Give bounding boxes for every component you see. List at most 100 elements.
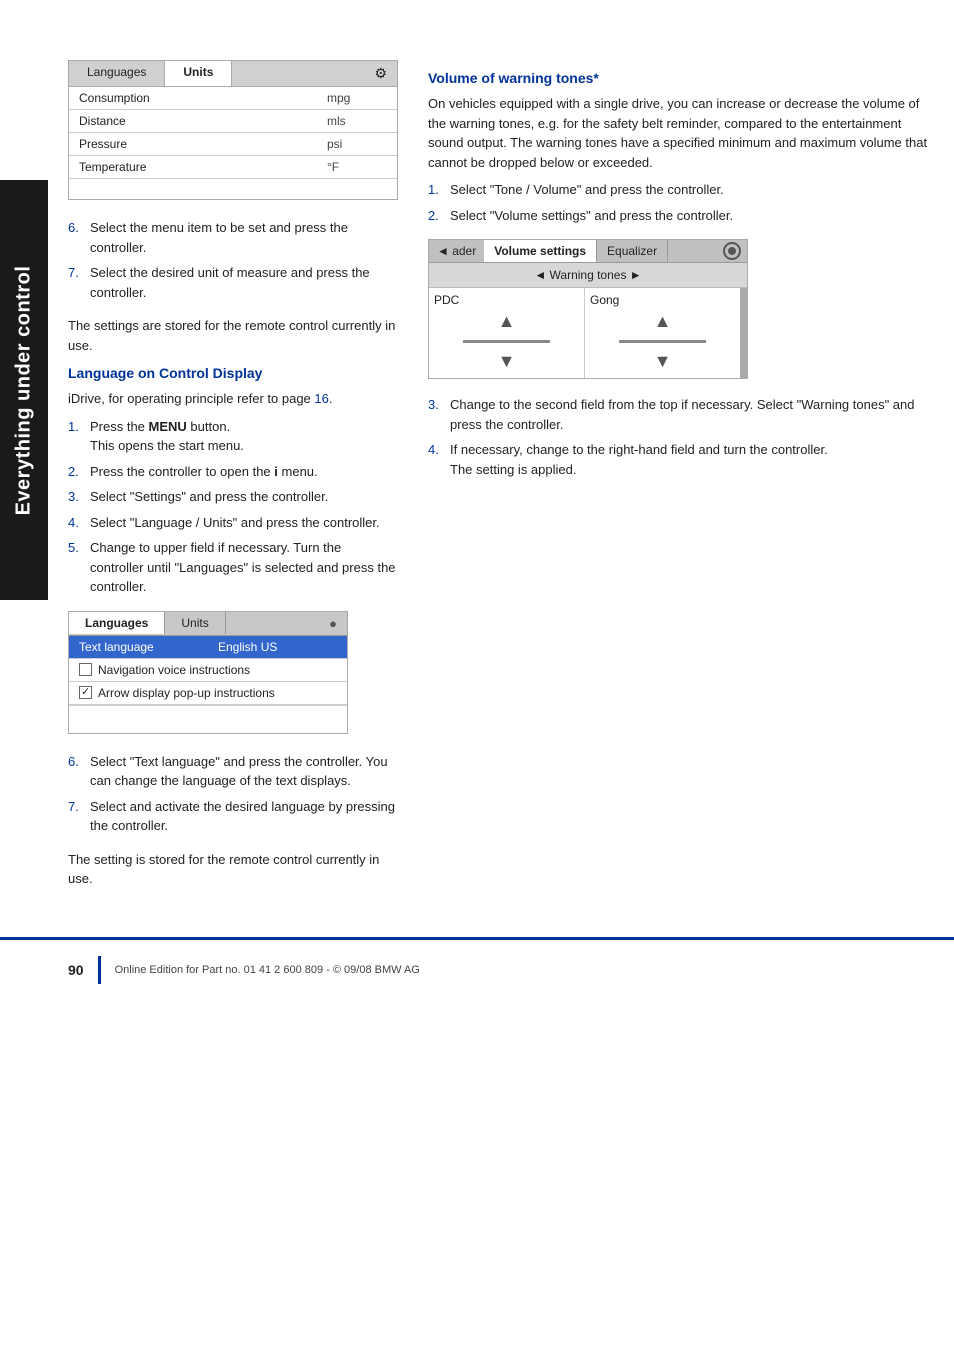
tab-languages[interactable]: Languages <box>69 61 165 86</box>
lang-row-nav-voice: Navigation voice instructions <box>69 659 347 682</box>
lang-tab-languages[interactable]: Languages <box>69 612 165 634</box>
step-lang-text-7: Select and activate the desired language… <box>90 797 398 836</box>
bullet-icon: ● <box>319 612 347 635</box>
vol-step-text-4: If necessary, change to the right-hand f… <box>450 440 934 479</box>
page-number: 90 <box>68 962 84 978</box>
vol-step-num-3: 3. <box>428 395 450 434</box>
section-heading-volume: Volume of warning tones* <box>428 70 934 86</box>
step-text-7: Select the desired unit of measure and p… <box>90 263 398 302</box>
table-row: Temperature °F <box>69 156 397 179</box>
step-1: 1. Press the MENU button.This opens the … <box>68 417 398 456</box>
step-num-4: 4. <box>68 513 90 533</box>
page-link[interactable]: 16 <box>314 391 328 406</box>
step-text-5: Change to upper field if necessary. Turn… <box>90 538 398 597</box>
vol-tab-equalizer[interactable]: Equalizer <box>597 240 668 262</box>
units-widget: Languages Units ⚙ Consumption mpg Distan… <box>68 60 398 200</box>
lang-tab-units[interactable]: Units <box>165 612 225 634</box>
tab-units[interactable]: Units <box>165 61 232 86</box>
steps-6-7: 6. Select the menu item to be set and pr… <box>68 218 398 302</box>
table-row: Distance mls <box>69 110 397 133</box>
vol-sub-header: ◄ Warning tones ► <box>429 263 747 288</box>
sidebar-label: Everything under control <box>0 180 48 600</box>
step-num-6: 6. <box>68 218 90 257</box>
step-lang-num-6: 6. <box>68 752 90 791</box>
vol-step-text-3: Change to the second field from the top … <box>450 395 934 434</box>
table-row: Consumption mpg <box>69 87 397 110</box>
para-stored: The settings are stored for the remote c… <box>68 316 398 355</box>
gong-slider[interactable] <box>619 340 706 343</box>
gong-up-arrow[interactable]: ▲ <box>654 311 672 332</box>
vol-steps-3-4: 3. Change to the second field from the t… <box>428 395 934 479</box>
step-num-5: 5. <box>68 538 90 597</box>
step-lang-6: 6. Select "Text language" and press the … <box>68 752 398 791</box>
step-2: 2. Press the controller to open the i me… <box>68 462 398 482</box>
step-lang-num-7: 7. <box>68 797 90 836</box>
vol-step-1: 1. Select "Tone / Volume" and press the … <box>428 180 934 200</box>
step-text-1: Press the MENU button.This opens the sta… <box>90 417 398 456</box>
lang-widget-header: Languages Units ● <box>69 612 347 636</box>
pdc-label: PDC <box>434 293 459 307</box>
vol-step-text-1: Select "Tone / Volume" and press the con… <box>450 180 934 200</box>
step-lang-text-6: Select "Text language" and press the con… <box>90 752 398 791</box>
para-stored2: The setting is stored for the remote con… <box>68 850 398 889</box>
step-text-4: Select "Language / Units" and press the … <box>90 513 398 533</box>
step-6: 6. Select the menu item to be set and pr… <box>68 218 398 257</box>
vol-side-scrollbar <box>740 288 747 378</box>
step-4: 4. Select "Language / Units" and press t… <box>68 513 398 533</box>
step-text-6: Select the menu item to be set and press… <box>90 218 398 257</box>
lang-row-text-language: Text language English US <box>69 636 347 659</box>
vol-icon <box>723 242 741 260</box>
gong-label: Gong <box>590 293 619 307</box>
vol-col-gong: Gong ▲ ▼ <box>585 288 740 378</box>
step-5: 5. Change to upper field if necessary. T… <box>68 538 398 597</box>
step-lang-7: 7. Select and activate the desired langu… <box>68 797 398 836</box>
arrow-display-checkbox[interactable] <box>79 686 92 699</box>
vol-step-text-2: Select "Volume settings" and press the c… <box>450 206 934 226</box>
vol-col-pdc: PDC ▲ ▼ <box>429 288 585 378</box>
vol-widget-header: ◄ ader Volume settings Equalizer <box>429 240 747 263</box>
vol-step-num-4: 4. <box>428 440 450 479</box>
vol-step-num-1: 1. <box>428 180 450 200</box>
pdc-down-arrow[interactable]: ▼ <box>498 351 516 372</box>
step-3: 3. Select "Settings" and press the contr… <box>68 487 398 507</box>
pdc-up-arrow[interactable]: ▲ <box>498 311 516 332</box>
footer-divider <box>98 956 101 984</box>
language-widget: Languages Units ● Text language English … <box>68 611 348 734</box>
arrow-display-label: Arrow display pop-up instructions <box>98 686 275 700</box>
step-num-3: 3. <box>68 487 90 507</box>
step-num-1: 1. <box>68 417 90 456</box>
section-heading-language: Language on Control Display <box>68 365 398 381</box>
vol-tab-volume-settings[interactable]: Volume settings <box>484 240 597 262</box>
steps-1-5: 1. Press the MENU button.This opens the … <box>68 417 398 597</box>
steps-lang-6-7: 6. Select "Text language" and press the … <box>68 752 398 836</box>
table-row: Pressure psi <box>69 133 397 156</box>
volume-widget: ◄ ader Volume settings Equalizer ◄ Warni… <box>428 239 748 379</box>
right-column: Volume of warning tones* On vehicles equ… <box>428 60 934 897</box>
nav-voice-checkbox[interactable] <box>79 663 92 676</box>
vol-step-4: 4. If necessary, change to the right-han… <box>428 440 934 479</box>
lang-row-arrow-display: Arrow display pop-up instructions <box>69 682 347 705</box>
step-7: 7. Select the desired unit of measure an… <box>68 263 398 302</box>
left-column: Languages Units ⚙ Consumption mpg Distan… <box>68 60 398 897</box>
step-text-3: Select "Settings" and press the controll… <box>90 487 398 507</box>
sidebar-text: Everything under control <box>13 265 36 515</box>
settings-icon: ⚙ <box>364 61 397 86</box>
footer-text: Online Edition for Part no. 01 41 2 600 … <box>115 964 420 976</box>
step-num-7: 7. <box>68 263 90 302</box>
nav-voice-label: Navigation voice instructions <box>98 663 250 677</box>
vol-step-2: 2. Select "Volume settings" and press th… <box>428 206 934 226</box>
footer: 90 Online Edition for Part no. 01 41 2 6… <box>0 937 954 1000</box>
units-widget-header: Languages Units ⚙ <box>69 61 397 87</box>
para-volume: On vehicles equipped with a single drive… <box>428 94 934 172</box>
vol-back-button[interactable]: ◄ ader <box>429 240 484 262</box>
step-text-2: Press the controller to open the i menu. <box>90 462 398 482</box>
vol-step-num-2: 2. <box>428 206 450 226</box>
vol-steps-1-2: 1. Select "Tone / Volume" and press the … <box>428 180 934 225</box>
pdc-slider[interactable] <box>463 340 550 343</box>
vol-step-3: 3. Change to the second field from the t… <box>428 395 934 434</box>
warning-tones-label: ◄ Warning tones ► <box>534 268 641 282</box>
para-idrive: iDrive, for operating principle refer to… <box>68 389 398 409</box>
gong-down-arrow[interactable]: ▼ <box>654 351 672 372</box>
vol-body: PDC ▲ ▼ Gong ▲ ▼ <box>429 288 740 378</box>
step-num-2: 2. <box>68 462 90 482</box>
